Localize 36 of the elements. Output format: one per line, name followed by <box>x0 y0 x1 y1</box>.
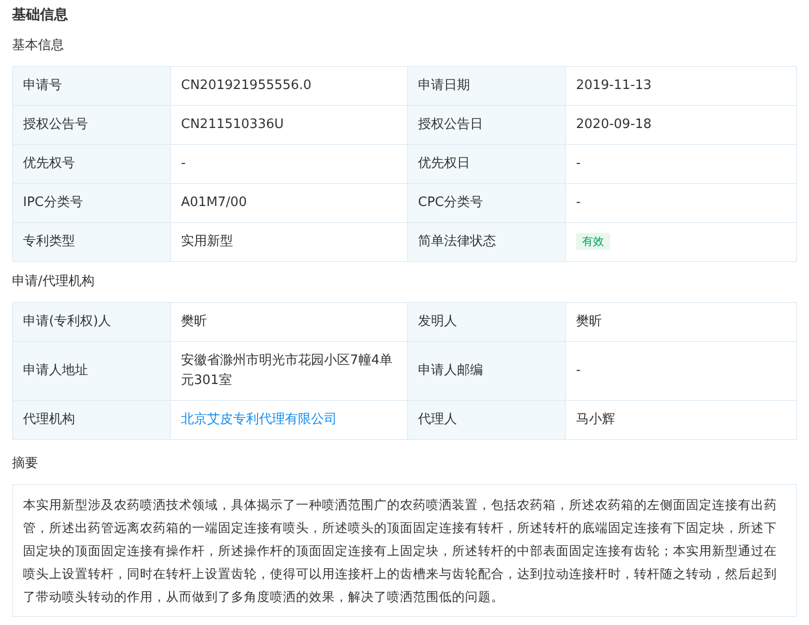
field-label: IPC分类号 <box>12 184 170 222</box>
field-value: CN201921955556.0 <box>181 78 312 93</box>
field-value: 实用新型 <box>181 234 233 249</box>
field-label: 申请日期 <box>408 66 566 106</box>
field-label: 优先权日 <box>408 144 566 184</box>
field-label: 申请(专利权)人 <box>12 302 170 342</box>
abstract-text: 本实用新型涉及农药喷洒技术领域，具体揭示了一种喷洒范围广的农药喷洒装置，包括农药箱，所述农药箱的左侧面固定连接有出药管，所述出药管远离农药箱的一端固定连接有喷头，所述喷头的顶面固定连接有转杆，所述转杆的底端固定连接有下固定块，所述下固定块的顶面固定连接有操作杆，所述操作杆的顶面固定连接有上固定块，所述转杆的中部表面固定连接有齿轮；本实用新型通过在喷头上设置转杆，同时在转杆上设置齿轮，使得可以用连接杆上的齿槽来与齿轮配合，达到拉动连接杆时，转杆随之转动，然后起到了带动喷头转动的作用，从而做到了多角度喷洒的效果，解决了喷洒范围低的问题。 <box>12 484 797 617</box>
field-label: 授权公告日 <box>408 106 566 144</box>
field-value: - <box>181 156 186 171</box>
field-value: A01M7/00 <box>181 195 247 210</box>
field-label: CPC分类号 <box>408 184 566 222</box>
section-title: 基本信息 <box>12 37 65 55</box>
page-title: 基础信息 <box>12 6 69 25</box>
field-label: 发明人 <box>408 302 566 342</box>
field-label: 授权公告号 <box>12 106 170 144</box>
field-label: 专利类型 <box>12 222 170 262</box>
field-value: 樊昕 <box>181 314 207 329</box>
field-value: 马小辉 <box>576 412 615 427</box>
field-label: 代理人 <box>408 400 566 440</box>
field-label: 申请人地址 <box>12 342 170 400</box>
field-value: CN211510336U <box>181 117 284 132</box>
field-value: 2020-09-18 <box>576 117 652 132</box>
field-value: - <box>576 195 581 210</box>
section-title: 摘要 <box>12 455 39 473</box>
field-value: 安徽省滁州市明光市花园小区7幢4单元301室 <box>181 353 393 388</box>
field-label: 申请号 <box>12 66 170 106</box>
field-value: - <box>576 363 581 378</box>
field-label: 申请人邮编 <box>408 342 566 400</box>
field-label: 简单法律状态 <box>408 222 566 262</box>
field-value: - <box>576 156 581 171</box>
field-value: 2019-11-13 <box>576 78 652 93</box>
field-label: 代理机构 <box>12 400 170 440</box>
section-title: 申请/代理机构 <box>12 273 96 291</box>
status-badge: 有效 <box>576 233 610 250</box>
field-label: 优先权号 <box>12 144 170 184</box>
field-value: 樊昕 <box>576 314 602 329</box>
